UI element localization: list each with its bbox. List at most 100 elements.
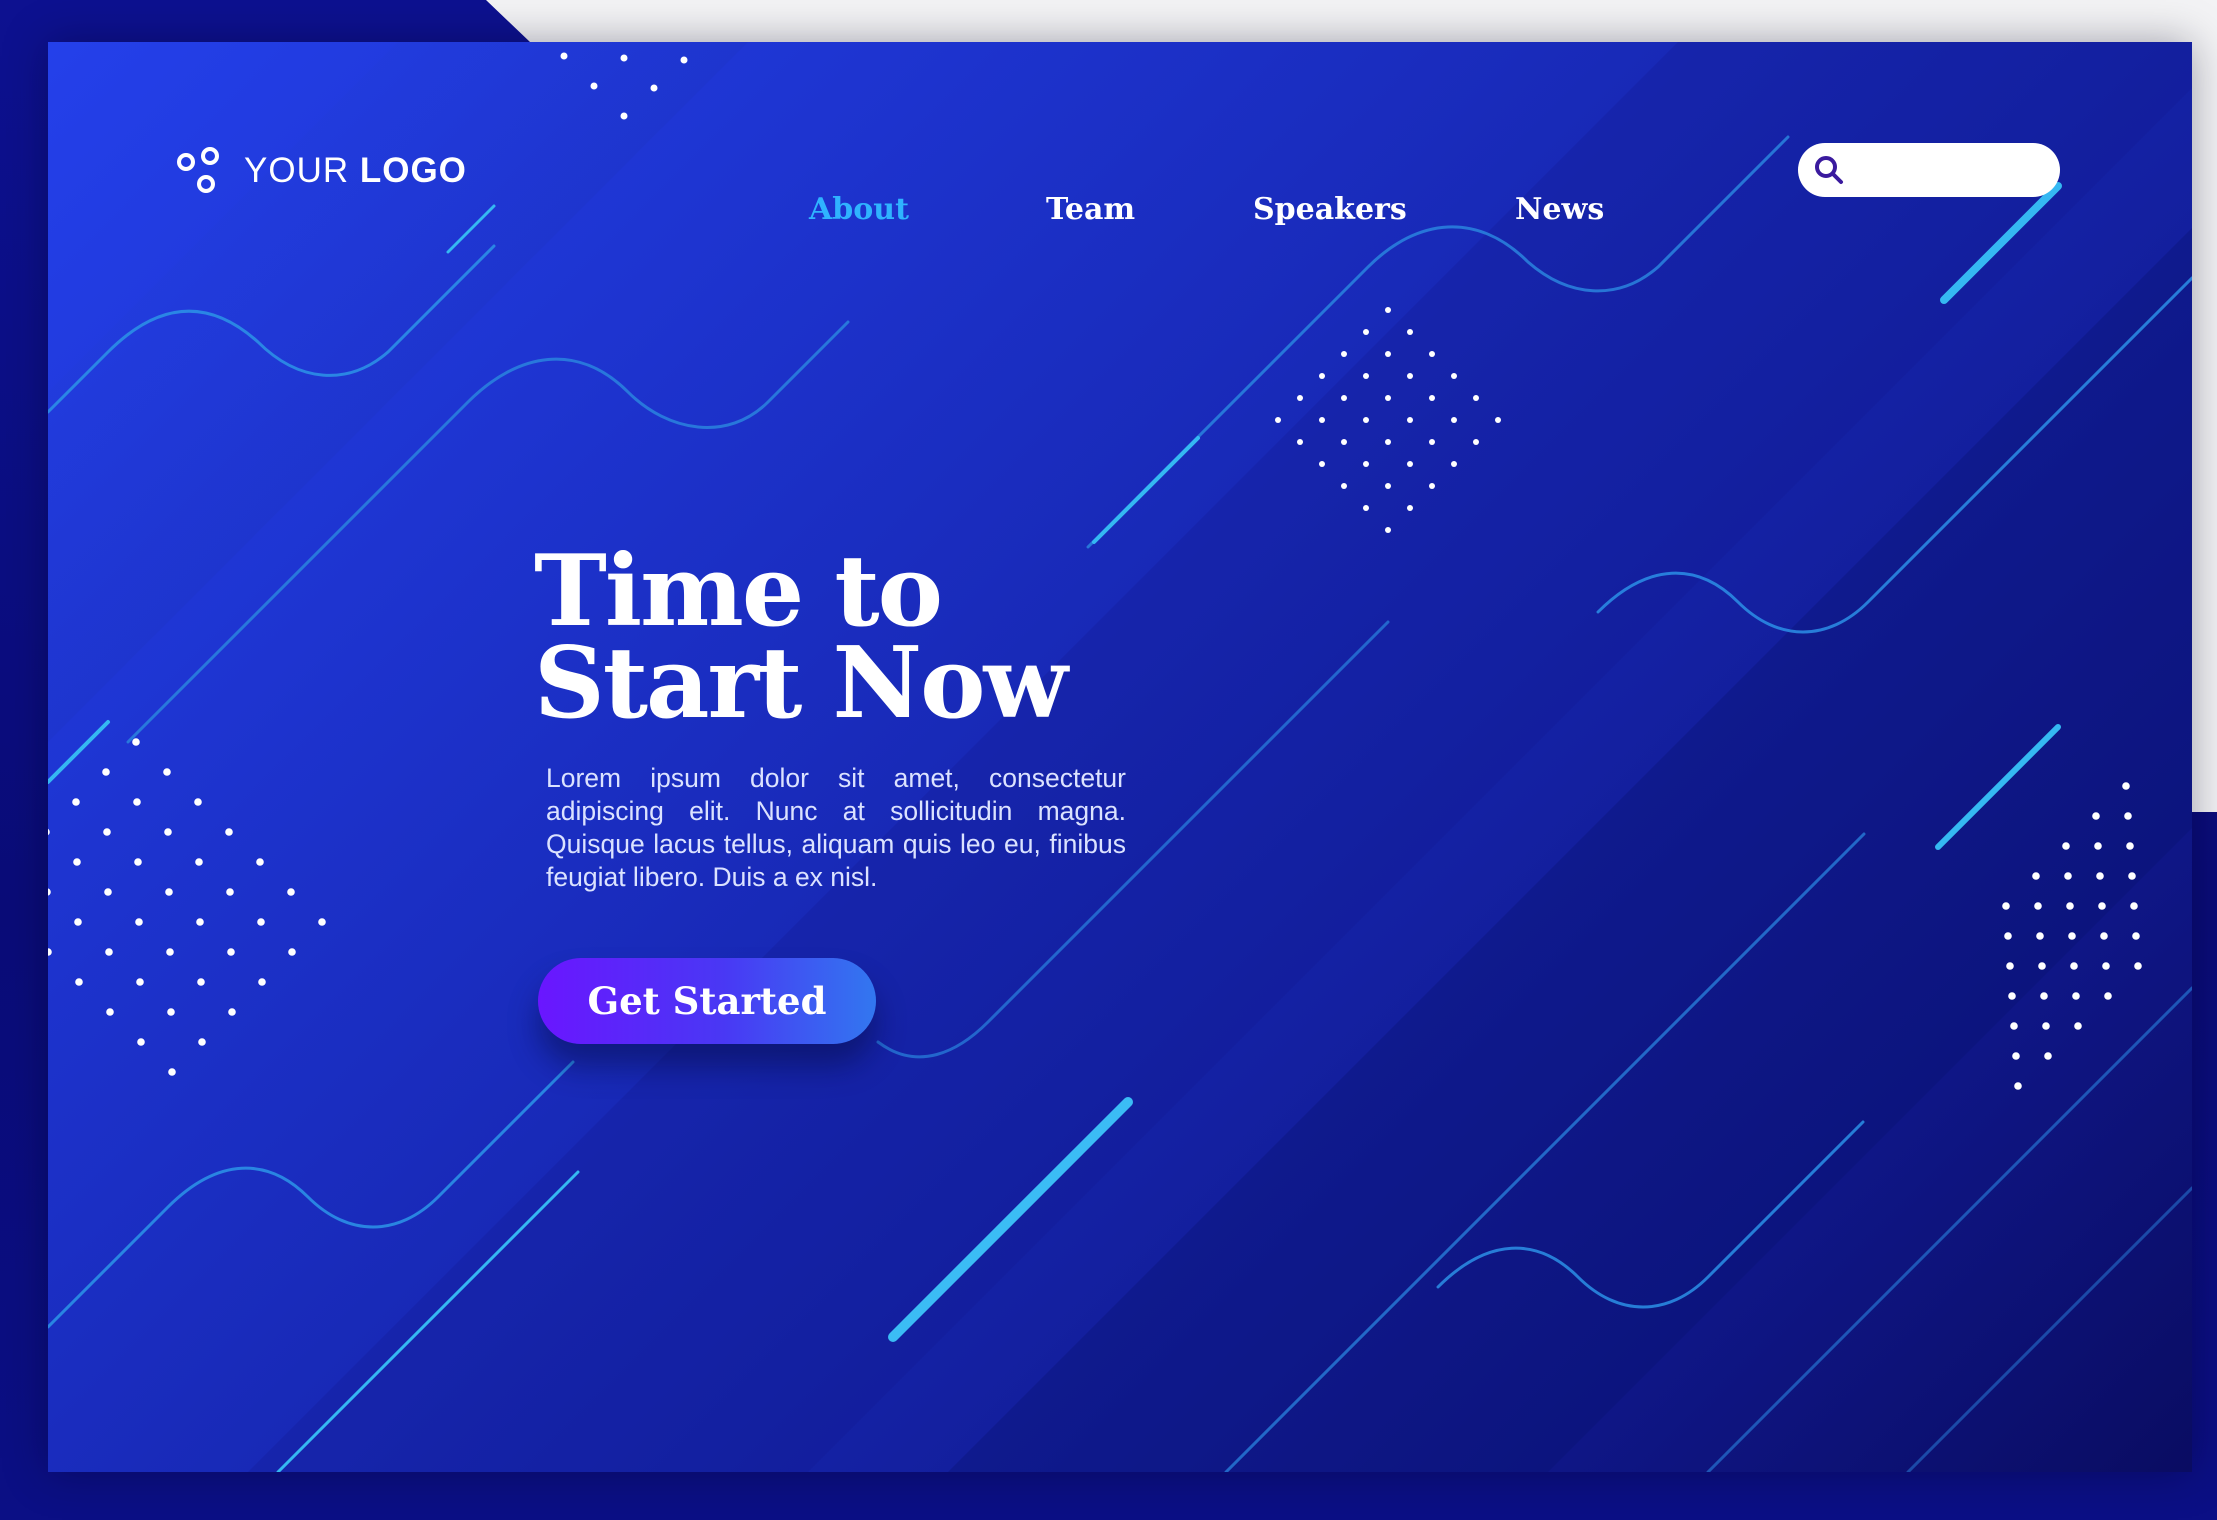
decorative-dot (2004, 932, 2012, 940)
decorative-dot (194, 798, 202, 806)
decorative-dot (163, 768, 171, 776)
decorative-dot (2038, 962, 2046, 970)
decorative-dot (1319, 417, 1325, 423)
decorative-dot (1407, 373, 1413, 379)
decorative-dot (1341, 439, 1347, 445)
decorative-dot (1297, 439, 1303, 445)
decorative-dot (136, 978, 144, 986)
decorative-dot (288, 948, 296, 956)
decorative-dot (287, 888, 295, 896)
logo-circles-icon (177, 147, 219, 193)
decorative-dot (135, 918, 143, 926)
decorative-dot (1451, 417, 1457, 423)
decorative-dot (2098, 902, 2106, 910)
nav-item-team[interactable]: Team (1046, 192, 1135, 227)
decorative-dot (1407, 505, 1413, 511)
decorative-dot (2066, 902, 2074, 910)
decorative-dot (2044, 1052, 2052, 1060)
decorative-dot (1363, 329, 1369, 335)
decorative-dot (73, 858, 81, 866)
decorative-dot (1341, 483, 1347, 489)
decorative-dot (1363, 461, 1369, 467)
decorative-dot (2074, 1022, 2082, 1030)
search-icon[interactable] (1812, 153, 1846, 187)
decorative-dot (1385, 395, 1391, 401)
decorative-dot (106, 1008, 114, 1016)
decorative-dot (1407, 417, 1413, 423)
decorative-dot (102, 768, 110, 776)
decorative-dot (1385, 439, 1391, 445)
decorative-dot (318, 918, 326, 926)
decorative-dot (48, 828, 50, 836)
decorative-dot (2094, 842, 2102, 850)
decorative-dot (226, 888, 234, 896)
search-box[interactable] (1798, 143, 2060, 197)
decorative-dot (590, 82, 598, 90)
decorative-dot (1473, 439, 1479, 445)
decorative-dot (1451, 373, 1457, 379)
decorative-dot (2070, 962, 2078, 970)
decorative-dot (1473, 395, 1479, 401)
decorative-dot (1385, 483, 1391, 489)
decorative-dot (2010, 1022, 2018, 1030)
decorative-dot (1429, 439, 1435, 445)
decorative-dot (1429, 395, 1435, 401)
nav-item-speakers[interactable]: Speakers (1253, 192, 1407, 227)
decorative-dot (258, 978, 266, 986)
decorative-dot (2124, 812, 2132, 820)
decorative-dot (104, 888, 112, 896)
decorative-dot (1385, 307, 1391, 313)
decorative-dot (2032, 872, 2040, 880)
decorative-dot (1363, 417, 1369, 423)
decorative-dot (228, 1008, 236, 1016)
decorative-dot (105, 948, 113, 956)
decorative-dot (197, 978, 205, 986)
decorative-dot (1429, 483, 1435, 489)
decorative-dot (137, 1038, 145, 1046)
nav-item-news[interactable]: News (1515, 192, 1604, 227)
decorative-dot (680, 56, 688, 64)
decorative-dot (2072, 992, 2080, 1000)
decorative-dot (134, 858, 142, 866)
decorative-dot (165, 888, 173, 896)
decorative-dot (103, 828, 111, 836)
decorative-dot (2134, 962, 2142, 970)
decorative-dot (2132, 932, 2140, 940)
decorative-dot (1385, 527, 1391, 533)
decorative-dot (2006, 962, 2014, 970)
decorative-dot (195, 858, 203, 866)
decorative-dot (168, 1068, 176, 1076)
decorative-dot (2068, 932, 2076, 940)
decorative-dot (1363, 373, 1369, 379)
decorative-dot (1407, 461, 1413, 467)
get-started-button[interactable]: Get Started (538, 958, 876, 1044)
hero-description: Lorem ipsum dolor sit amet, consectetur … (546, 763, 1126, 892)
search-input[interactable] (1852, 149, 2046, 191)
decorative-dot (1385, 351, 1391, 357)
decorative-dot (2040, 992, 2048, 1000)
decorative-dot (2036, 932, 2044, 940)
hero-title-line-1: Time to (534, 534, 943, 649)
logo[interactable]: YOUR LOGO (176, 146, 467, 196)
decorative-dot (2122, 782, 2130, 790)
decorative-dot (2034, 902, 2042, 910)
decorative-dot (227, 948, 235, 956)
decorative-dot (620, 112, 628, 120)
decorative-dot (72, 798, 80, 806)
hero-title-line-2: Start Now (534, 626, 1068, 741)
decorative-dot (167, 1008, 175, 1016)
hero-title: Time to Start Now (534, 534, 1068, 741)
decorative-dot (2128, 872, 2136, 880)
nav-item-about[interactable]: About (809, 192, 909, 227)
decorative-dot (225, 828, 233, 836)
decorative-dot (1495, 417, 1501, 423)
decorative-dot (2014, 1082, 2022, 1090)
decorative-dot (2102, 962, 2110, 970)
decorative-dot (2104, 992, 2112, 1000)
decorative-dot (133, 798, 141, 806)
decorative-dot (2002, 902, 2010, 910)
decorative-dot (1275, 417, 1281, 423)
decorative-dot (2130, 902, 2138, 910)
decorative-dot (2126, 842, 2134, 850)
decorative-dot (2064, 872, 2072, 880)
